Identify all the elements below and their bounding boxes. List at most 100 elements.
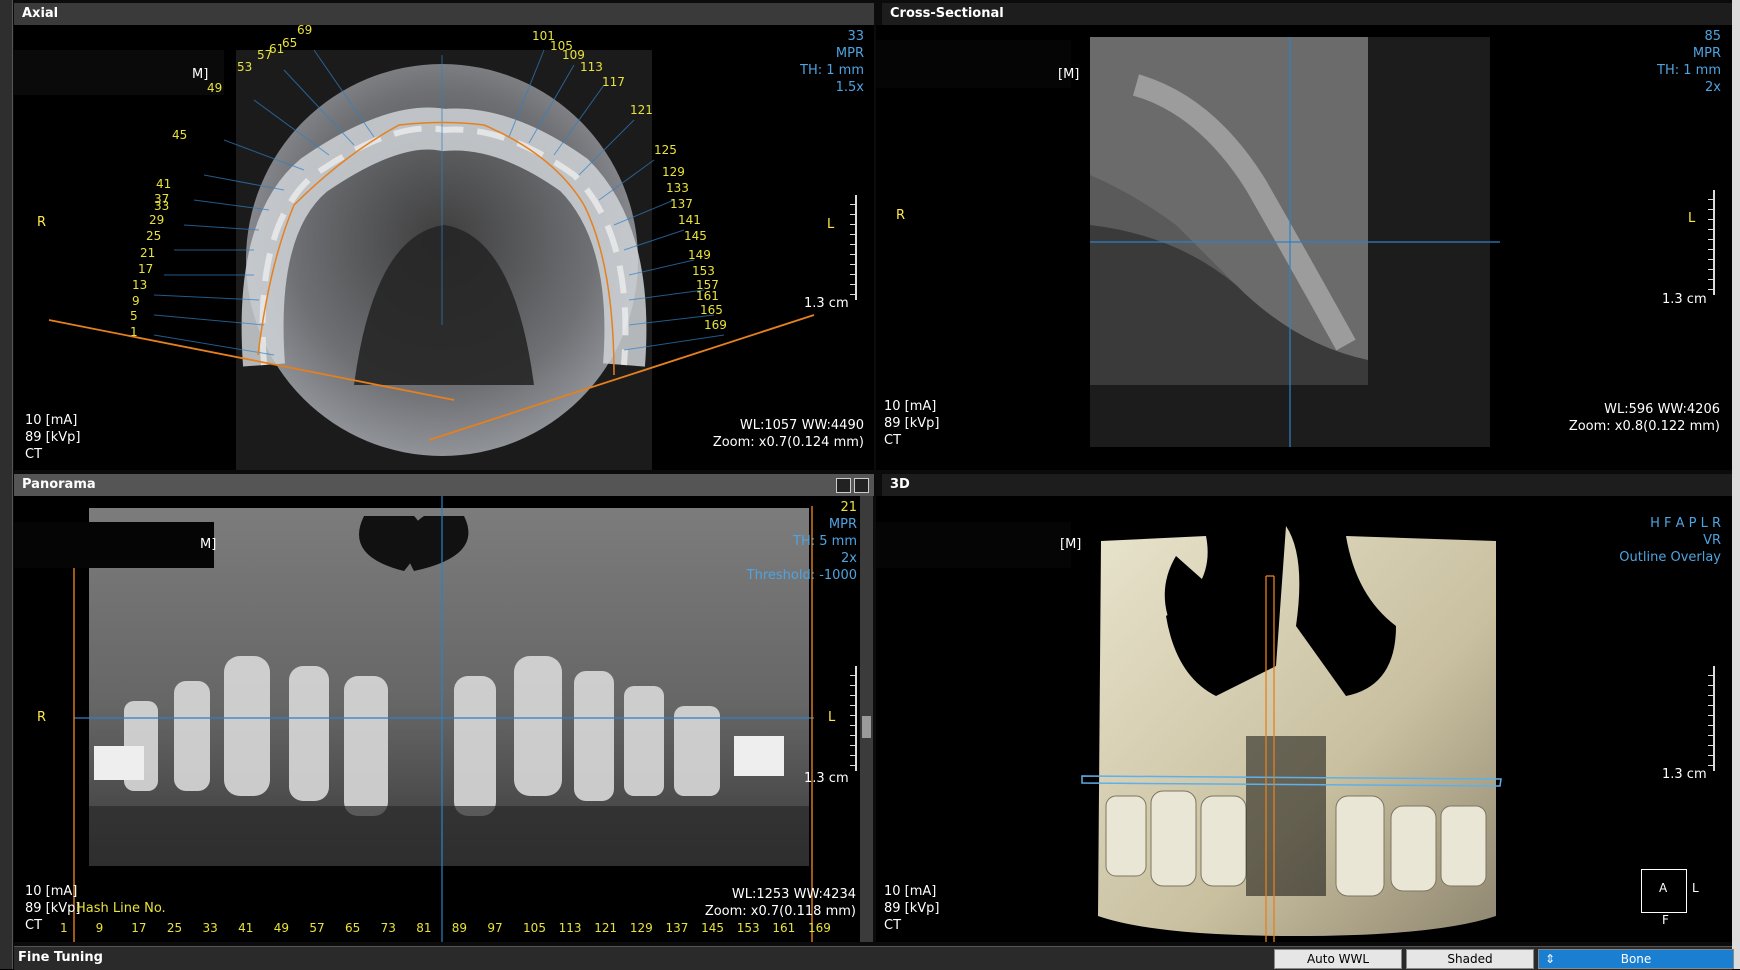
axial-hash-marker: 141 (678, 213, 701, 227)
vr3d-info-bottom-left: 10 [mA] 89 [kVp] CT (884, 883, 940, 934)
orientation-cube-left: L (1692, 881, 1699, 895)
axial-hash-marker: 169 (704, 318, 727, 332)
cross-info-top-right: 85 MPR TH: 1 mm 2x (1657, 28, 1721, 96)
grid-layout-icon[interactable] (836, 478, 851, 493)
cross-header-partial: [M] (1058, 67, 1080, 82)
cross-title: Cross-Sectional (890, 6, 1004, 21)
panorama-zoom-factor: 2x (841, 551, 857, 566)
orientation-cube[interactable]: A L F (1641, 869, 1699, 927)
panorama-hash-number: 137 (665, 921, 689, 935)
panorama-left-marker: L (828, 710, 836, 725)
panorama-hash-number: 9 (95, 921, 104, 935)
vr3d-info-top-right: H F A P L R VR Outline Overlay (1619, 515, 1721, 566)
axial-hash-marker: 149 (688, 248, 711, 262)
axial-hash-marker: 21 (140, 246, 156, 260)
panorama-thickness: TH: 5 mm (793, 534, 857, 549)
vr3d-scale-ruler (1705, 666, 1715, 771)
vr3d-kvp: 89 [kVp] (884, 901, 940, 916)
panorama-info-top-right: 21 MPR TH: 5 mm 2x Threshold: -1000 (747, 499, 857, 584)
axial-header-partial: M] (192, 67, 209, 82)
panorama-hash-number: 33 (202, 921, 218, 935)
axial-info-top-right: 33 MPR TH: 1 mm 1.5x (800, 28, 864, 96)
panorama-scrollbar[interactable] (860, 496, 873, 942)
axial-hash-marker: 69 (297, 25, 313, 37)
axial-hash-marker: 65 (282, 36, 298, 50)
panorama-hash-number: 89 (451, 921, 468, 935)
axial-hash-marker: 41 (156, 177, 172, 191)
vr3d-header-redacted (876, 522, 1071, 568)
panorama-scale-ruler (847, 666, 857, 771)
axial-kvp: 89 [kVp] (25, 430, 81, 445)
cross-kvp: 89 [kVp] (884, 416, 940, 431)
cross-viewport[interactable]: [M] 85 MPR TH: 1 mm 2x R L 1.3 cm 10 [mA… (876, 25, 1732, 470)
panorama-threshold: Threshold: -1000 (746, 568, 857, 583)
panorama-info-bottom-right: WL:1253 WW:4234 Zoom: x0.7(0.118 mm) (705, 886, 856, 920)
vr3d-viewport[interactable]: [M] H F A P L R VR Outline Overlay 1.3 c… (876, 496, 1732, 942)
orientation-cube-front: A (1659, 881, 1668, 895)
panorama-hash-number: 73 (380, 921, 396, 935)
panorama-scale-label: 1.3 cm (804, 771, 849, 786)
cross-slice-number: 85 (1704, 29, 1721, 44)
axial-hash-marker: 129 (662, 165, 685, 179)
axial-slice-number: 33 (847, 29, 864, 44)
vr3d-render-mode: VR (1703, 533, 1721, 548)
vr3d-ma: 10 [mA] (884, 884, 937, 899)
axial-scale-ruler (847, 195, 857, 300)
axial-viewport[interactable]: M] 33 MPR TH: 1 mm 1.5x R L 1.3 cm 10 [m… (14, 25, 874, 470)
panorama-hash-number: 169 (808, 921, 831, 935)
axial-right-marker: R (37, 215, 47, 230)
cross-scale-label: 1.3 cm (1662, 292, 1707, 307)
vr3d-orientation-letters[interactable]: H F A P L R (1619, 515, 1721, 532)
axial-zoom: Zoom: x0.7(0.124 mm) (712, 435, 864, 450)
axial-left-marker: L (827, 217, 835, 232)
cross-mode: MPR (1692, 46, 1721, 61)
axial-info-bottom-left: 10 [mA] 89 [kVp] CT (25, 412, 81, 463)
panorama-title-bar[interactable]: Panorama (14, 474, 874, 496)
panorama-hash-number: 81 (416, 921, 432, 935)
fine-tuning-bar: Fine Tuning Auto WWL Shaded ⇕ Bone (14, 946, 1734, 970)
axial-title-bar[interactable]: Axial (14, 3, 874, 25)
cross-zoom: Zoom: x0.8(0.122 mm) (1568, 419, 1720, 434)
left-collapse-bar[interactable] (0, 0, 13, 969)
cross-zoom-factor: 2x (1705, 80, 1721, 95)
cross-right-marker: R (896, 208, 906, 223)
panorama-viewport[interactable]: M] 21 MPR TH: 5 mm 2x Threshold: -1000 R… (14, 496, 860, 942)
axial-scale-label: 1.3 cm (804, 296, 849, 311)
panorama-hash-number: 17 (131, 921, 147, 935)
axial-modality: CT (25, 447, 43, 462)
axial-thickness: TH: 1 mm (800, 63, 864, 78)
panorama-ma: 10 [mA] (25, 884, 78, 899)
cross-header-redacted (876, 40, 1071, 88)
vr3d-title-bar[interactable]: 3D (882, 474, 1732, 496)
cross-left-marker: L (1688, 211, 1696, 226)
panorama-modality: CT (25, 918, 43, 933)
panorama-hash-number: 57 (309, 921, 325, 935)
dropdown-arrows-icon: ⇕ (1545, 952, 1556, 966)
cross-title-bar[interactable]: Cross-Sectional (882, 3, 1732, 25)
panorama-scroll-thumb[interactable] (862, 716, 871, 738)
cross-info-bottom-left: 10 [mA] 89 [kVp] CT (884, 398, 940, 449)
shaded-button[interactable]: Shaded (1406, 949, 1534, 969)
vr3d-scale-label: 1.3 cm (1662, 767, 1707, 782)
axial-hash-marker: 49 (207, 81, 223, 95)
axial-zoom-factor: 1.5x (835, 80, 864, 95)
axial-hash-marker: 9 (132, 294, 140, 308)
axial-hash-marker: 133 (666, 181, 689, 195)
axial-hash-marker: 45 (172, 128, 188, 142)
cross-window-level: WL:596 WW:4206 (1604, 402, 1720, 417)
axial-hash-marker: 13 (132, 278, 148, 292)
panorama-right-marker: R (37, 710, 47, 725)
panorama-hash-number: 105 (523, 921, 546, 935)
panorama-hash-number: 129 (629, 921, 653, 935)
maximize-icon[interactable] (854, 478, 869, 493)
panorama-hash-number: 1 (60, 921, 68, 935)
auto-wwl-button[interactable]: Auto WWL (1274, 949, 1402, 969)
bone-preset-select[interactable]: ⇕ Bone (1538, 949, 1734, 969)
vr3d-title: 3D (890, 477, 910, 492)
axial-hash-marker: 117 (602, 75, 625, 89)
hash-line-label: Hash Line No. (76, 901, 166, 916)
axial-hash-marker: 17 (138, 262, 154, 276)
panorama-hash-number: 49 (273, 921, 289, 935)
panorama-hash-number: 113 (558, 921, 582, 935)
panorama-mode: MPR (828, 517, 857, 532)
